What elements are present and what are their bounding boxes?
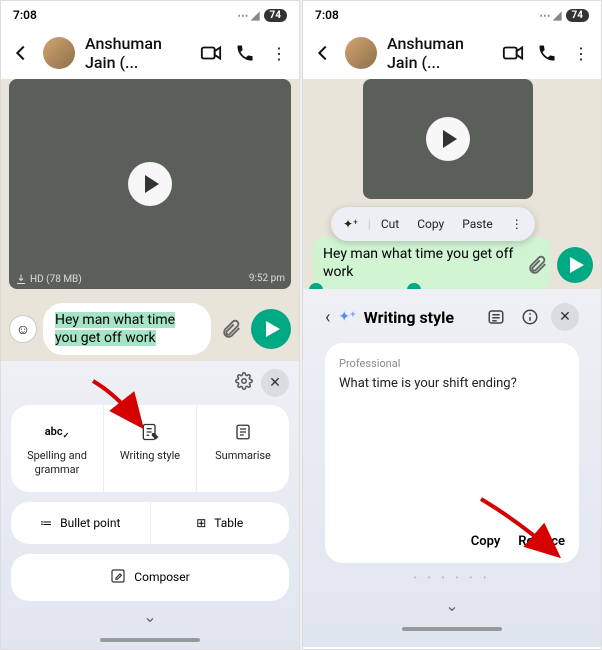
back-icon[interactable] xyxy=(311,41,335,65)
option-spelling-grammar[interactable]: abc✓ Spelling and grammar xyxy=(11,405,103,491)
video-call-icon[interactable] xyxy=(501,41,525,65)
message-time: 9:52 pm xyxy=(249,273,285,285)
result-card: Professional What time is your shift end… xyxy=(325,343,579,563)
phone-screen-left: 7:08 ⋯ ◢ 74 Anshuman Jain (... ⋮ HD (78 … xyxy=(0,0,300,650)
replace-button[interactable]: Replace xyxy=(518,534,565,549)
send-button[interactable] xyxy=(557,247,593,283)
more-icon[interactable]: ⋮ xyxy=(569,41,593,65)
input-area: ☺ Hey man what time you get off work xyxy=(1,297,299,361)
ai-options-row2: ≔ Bullet point ⊞ Table xyxy=(11,502,289,544)
summarise-icon xyxy=(234,421,252,443)
app-bar: Anshuman Jain (... ⋮ xyxy=(303,29,601,77)
voice-call-icon[interactable] xyxy=(233,41,257,65)
ctx-cut[interactable]: Cut xyxy=(373,213,407,235)
writing-style-panel: ‹ ✦⁺ Writing style ✕ Professional What t… xyxy=(303,289,601,647)
list-icon[interactable] xyxy=(483,304,509,330)
voice-call-icon[interactable] xyxy=(535,41,559,65)
avatar[interactable] xyxy=(345,37,377,69)
signal-icons: ⋯ ◢ xyxy=(237,9,259,22)
selected-message-bubble[interactable]: Hey man what time you get off work xyxy=(313,237,551,289)
close-icon[interactable]: ✕ xyxy=(551,303,579,331)
send-button[interactable] xyxy=(251,309,291,349)
battery-level: 74 xyxy=(566,9,589,22)
nav-handle[interactable] xyxy=(100,638,200,642)
option-bullet-point[interactable]: ≔ Bullet point xyxy=(11,502,150,544)
spelling-icon: abc✓ xyxy=(45,421,70,443)
status-bar: 7:08 ⋯ ◢ 74 xyxy=(303,1,601,29)
more-icon[interactable]: ⋮ xyxy=(267,41,291,65)
signal-icons: ⋯ ◢ xyxy=(539,9,561,22)
selected-text: Hey man what time you get off work xyxy=(55,312,175,346)
chat-area: ✦⁺ | Cut Copy Paste ⋮ Hey man what time … xyxy=(303,79,601,289)
contact-name[interactable]: Anshuman Jain (... xyxy=(85,34,189,72)
play-icon[interactable] xyxy=(426,117,470,161)
ai-options-grid: abc✓ Spelling and grammar Writing style … xyxy=(11,405,289,491)
phone-screen-right: 7:08 ⋯ ◢ 74 Anshuman Jain (... ⋮ ✦⁺ | Cu… xyxy=(302,0,602,650)
video-message[interactable]: HD (78 MB) 9:52 pm xyxy=(9,79,291,289)
video-call-icon[interactable] xyxy=(199,41,223,65)
collapse-icon[interactable]: ⌄ xyxy=(313,590,591,621)
sparkle-icon[interactable]: ✦⁺ xyxy=(335,213,366,235)
message-input[interactable]: Hey man what time you get off work xyxy=(43,303,211,355)
writing-style-icon xyxy=(140,421,160,443)
clock: 7:08 xyxy=(315,8,339,22)
ctx-copy[interactable]: Copy xyxy=(409,213,452,235)
chat-area: HD (78 MB) 9:52 pm xyxy=(1,79,299,297)
sticker-button[interactable]: ☺ xyxy=(9,315,37,343)
back-icon[interactable] xyxy=(9,41,33,65)
status-bar: 7:08 ⋯ ◢ 74 xyxy=(1,1,299,29)
context-menu: ✦⁺ | Cut Copy Paste ⋮ xyxy=(331,207,535,241)
copy-button[interactable]: Copy xyxy=(471,534,501,549)
nav-handle[interactable] xyxy=(402,627,502,631)
panel-title: Writing style xyxy=(364,308,475,327)
close-icon[interactable]: ✕ xyxy=(261,369,289,397)
collapse-icon[interactable]: ⌄ xyxy=(11,601,289,632)
clock: 7:08 xyxy=(13,8,37,22)
option-table[interactable]: ⊞ Table xyxy=(150,502,290,544)
sparkle-icon: ✦⁺ xyxy=(338,309,355,325)
contact-name[interactable]: Anshuman Jain (... xyxy=(387,34,491,72)
table-icon: ⊞ xyxy=(196,516,206,530)
panel-back-icon[interactable]: ‹ xyxy=(325,307,330,328)
ai-assist-panel: ✕ abc✓ Spelling and grammar Writing styl… xyxy=(1,361,299,650)
style-label: Professional xyxy=(339,357,565,370)
app-bar: Anshuman Jain (... ⋮ xyxy=(1,29,299,77)
bullet-icon: ≔ xyxy=(40,516,52,530)
option-writing-style[interactable]: Writing style xyxy=(103,405,196,491)
download-hd[interactable]: HD (78 MB) xyxy=(15,273,82,285)
ctx-more-icon[interactable]: ⋮ xyxy=(503,213,531,235)
page-indicator: • • • • • • xyxy=(313,567,591,590)
battery-level: 74 xyxy=(264,9,287,22)
play-icon[interactable] xyxy=(128,162,172,206)
attach-icon[interactable] xyxy=(217,315,245,343)
option-summarise[interactable]: Summarise xyxy=(196,405,289,491)
composer-icon xyxy=(110,568,126,587)
info-icon[interactable] xyxy=(517,304,543,330)
video-message[interactable] xyxy=(363,79,533,199)
avatar[interactable] xyxy=(43,37,75,69)
result-text: What time is your shift ending? xyxy=(339,376,565,534)
settings-icon[interactable] xyxy=(235,372,253,394)
ctx-paste[interactable]: Paste xyxy=(454,213,501,235)
attach-icon[interactable] xyxy=(523,251,551,279)
option-composer[interactable]: Composer xyxy=(11,554,289,601)
